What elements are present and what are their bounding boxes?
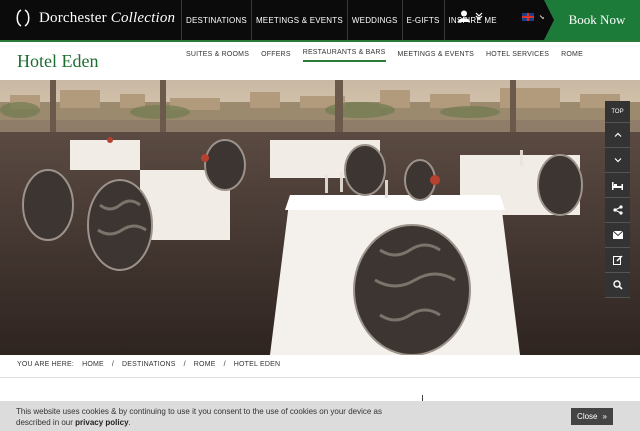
scroll-down-button[interactable]	[605, 148, 630, 173]
hotel-name[interactable]: Hotel Eden	[17, 51, 98, 72]
cookie-message: This website uses cookies & by continuin…	[16, 406, 416, 428]
breadcrumb-label: YOU ARE HERE:	[17, 361, 75, 368]
hotel-header: Hotel Eden SUITES & ROOMS OFFERS RESTAUR…	[0, 40, 640, 80]
cookie-text-end: .	[128, 418, 131, 427]
quick-actions-sidebar: TOP	[605, 101, 630, 298]
breadcrumb-destinations[interactable]: DESTINATIONS	[122, 361, 176, 368]
dorchester-logo[interactable]: Dorchester Collection	[15, 8, 175, 28]
dorchester-logo-mark-icon	[16, 9, 30, 27]
breadcrumb-separator: /	[183, 361, 186, 368]
page: Dorchester Collection DESTINATIONS MEETI…	[0, 0, 640, 431]
breadcrumb-home[interactable]: HOME	[82, 361, 104, 368]
envelope-icon	[612, 231, 623, 239]
subnav-hotel-services[interactable]: HOTEL SERVICES	[486, 49, 549, 60]
breadcrumb: YOU ARE HERE: HOME / DESTINATIONS / ROME…	[17, 361, 280, 368]
search-icon	[612, 280, 623, 290]
subnav-meetings-events[interactable]: MEETINGS & EVENTS	[398, 49, 475, 60]
hero-image	[0, 80, 640, 355]
account-menu[interactable]	[458, 10, 484, 22]
brand-collection: Collection	[110, 9, 176, 26]
user-icon	[458, 10, 470, 22]
brand-name: Dorchester	[39, 9, 107, 26]
uk-flag-icon	[522, 13, 534, 21]
chevron-up-icon	[614, 132, 621, 137]
top-bar: Dorchester Collection DESTINATIONS MEETI…	[0, 0, 640, 40]
bed-icon	[612, 181, 623, 190]
close-label: Close	[577, 412, 598, 421]
subnav-offers[interactable]: OFFERS	[261, 49, 291, 60]
privacy-policy-link[interactable]: privacy policy	[75, 418, 128, 427]
top-nav: DESTINATIONS MEETINGS & EVENTS WEDDINGS …	[181, 0, 501, 40]
scroll-up-button[interactable]	[605, 123, 630, 148]
email-button[interactable]	[605, 223, 630, 248]
breadcrumb-rome[interactable]: ROME	[194, 361, 216, 368]
share-button[interactable]	[605, 198, 630, 223]
cookie-close-button[interactable]: Close »	[571, 408, 613, 425]
pencil-icon	[612, 255, 623, 265]
subnav-suites-rooms[interactable]: SUITES & ROOMS	[186, 49, 249, 60]
logo-text: Dorchester Collection	[39, 10, 175, 27]
cookie-banner: This website uses cookies & by continuin…	[0, 401, 640, 431]
edit-button[interactable]	[605, 248, 630, 273]
breadcrumb-current: HOTEL EDEN	[233, 361, 281, 368]
double-chevron-down-icon	[475, 12, 483, 20]
nav-destinations[interactable]: DESTINATIONS	[181, 0, 251, 40]
restaurant-photo	[0, 80, 640, 355]
divider	[0, 377, 640, 378]
chevron-down-icon	[614, 158, 621, 163]
breadcrumb-separator: /	[223, 361, 226, 368]
nav-weddings[interactable]: WEDDINGS	[346, 0, 402, 40]
breadcrumb-separator: /	[111, 361, 115, 368]
share-icon	[612, 205, 623, 215]
book-now-button[interactable]: Book Now	[544, 0, 640, 40]
search-button[interactable]	[605, 273, 630, 298]
nav-e-gifts[interactable]: E-GIFTS	[401, 0, 444, 40]
book-room-button[interactable]	[605, 173, 630, 198]
back-to-top-button[interactable]: TOP	[605, 101, 630, 123]
double-chevron-right-icon: »	[602, 412, 607, 421]
cookie-text: This website uses cookies & by continuin…	[16, 407, 382, 427]
subnav-rome[interactable]: ROME	[561, 49, 583, 60]
subnav-restaurants-bars[interactable]: RESTAURANTS & BARS	[302, 47, 386, 62]
nav-meetings-events[interactable]: MEETINGS & EVENTS	[250, 0, 347, 40]
hotel-sub-nav: SUITES & ROOMS OFFERS RESTAURANTS & BARS…	[180, 42, 589, 66]
